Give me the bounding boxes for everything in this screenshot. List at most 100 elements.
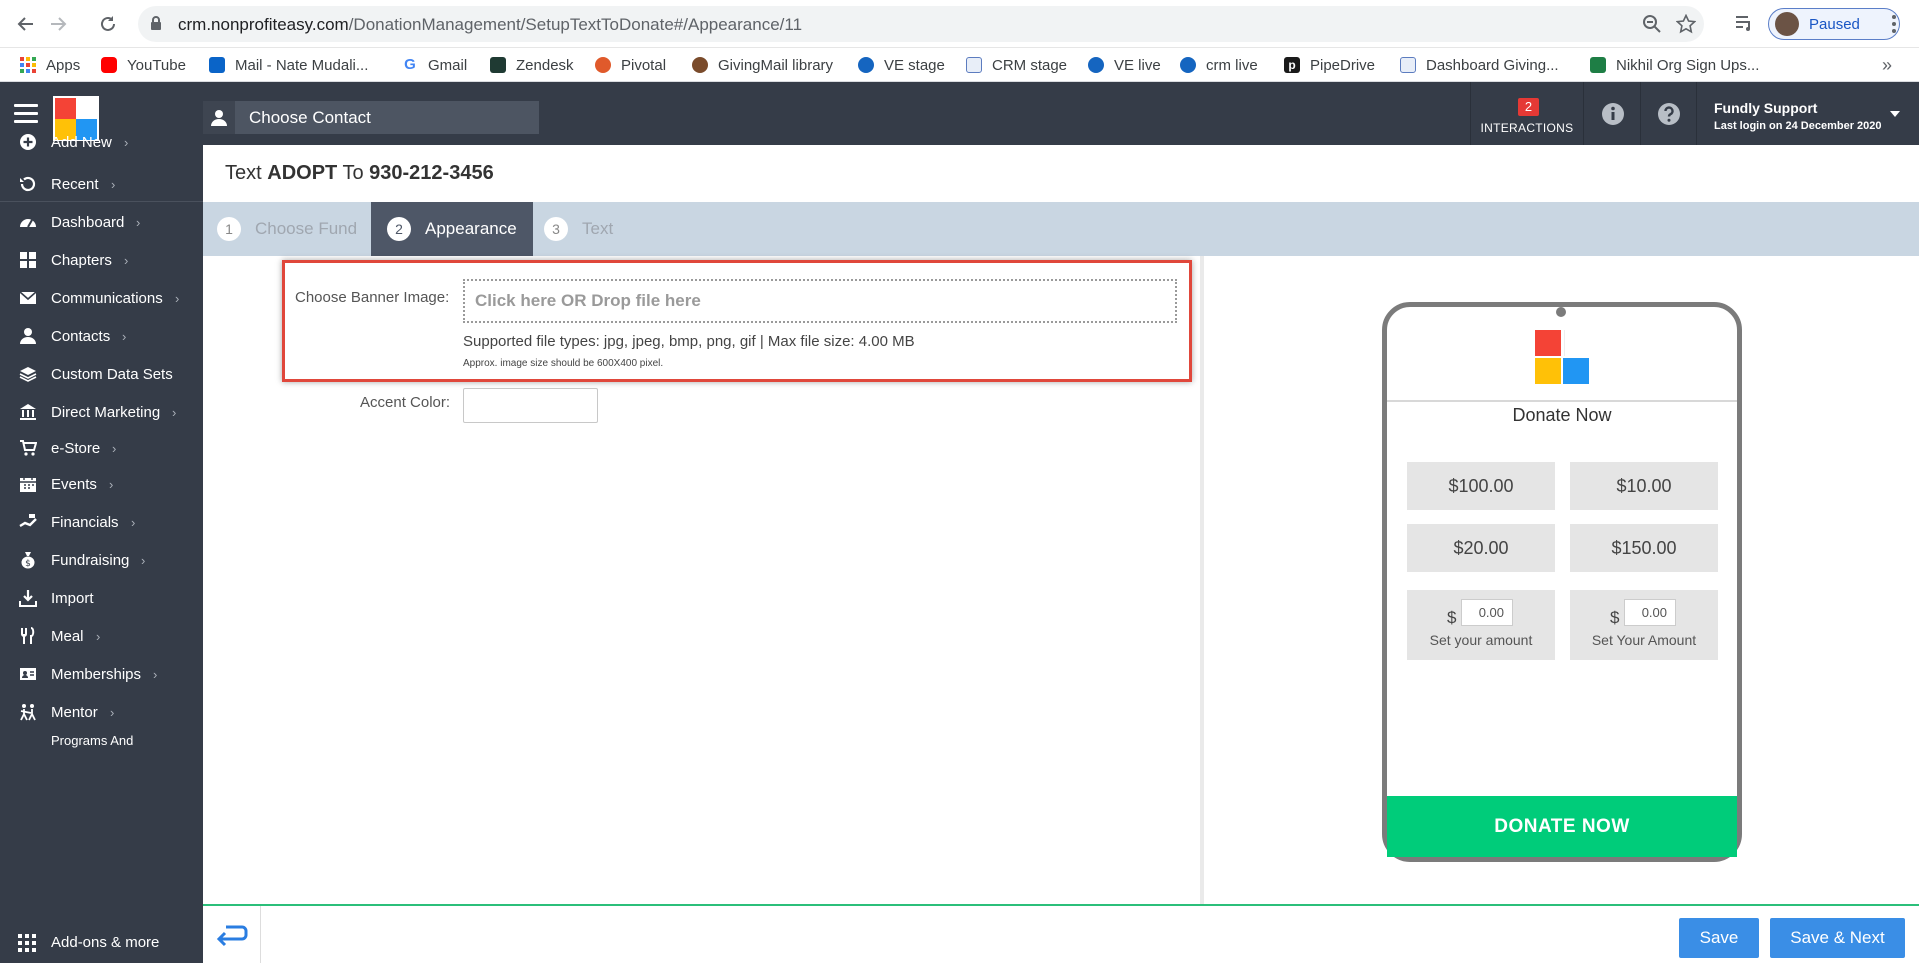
bookmark-crm-stage[interactable]: CRM stage [966, 55, 1067, 75]
amount-option[interactable]: $100.00 [1407, 462, 1555, 510]
save-next-button[interactable]: Save & Next [1770, 918, 1905, 958]
bookmark-ve-live[interactable]: VE live [1088, 55, 1161, 75]
svg-text:$: $ [25, 559, 31, 569]
tab-label: Text [582, 219, 614, 238]
caret-down-icon[interactable] [1890, 111, 1900, 117]
bookmark-gmail[interactable]: G Gmail [402, 55, 467, 75]
sidebar-item-e-store[interactable]: e-Store › [0, 430, 203, 466]
sidebar-item-direct-marketing[interactable]: Direct Marketing › [0, 394, 203, 430]
sidebar-item-add-new[interactable]: Add New › [0, 124, 203, 160]
choose-contact-button[interactable]: Choose Contact [203, 101, 539, 134]
footer-bar [203, 906, 1919, 963]
bookmark-pivotal[interactable]: Pivotal [595, 55, 666, 75]
sidebar-item-label: Financials [51, 513, 119, 531]
sidebar-item-label: Recent [51, 175, 99, 193]
sidebar-item-contacts[interactable]: Contacts › [0, 318, 203, 354]
back-arrow-icon[interactable] [14, 12, 38, 36]
zoom-icon[interactable] [1642, 14, 1662, 34]
banner-image-label: Choose Banner Image: [295, 289, 450, 306]
sidebar-item-programs-and[interactable]: Programs And [0, 730, 203, 750]
sidebar-item-chapters[interactable]: Chapters › [0, 242, 203, 278]
bookmark-givingmail[interactable]: GivingMail library [692, 55, 833, 75]
bank-icon [18, 402, 38, 422]
bookmark-zendesk[interactable]: Zendesk [490, 55, 574, 75]
hamburger-menu-icon[interactable] [14, 104, 38, 124]
sidebar-item-financials[interactable]: Financials › [0, 504, 203, 540]
supported-file-types: Supported file types: jpg, jpeg, bmp, pn… [463, 333, 915, 350]
id-card-icon [18, 664, 38, 684]
addons-button[interactable]: Add-ons & more [0, 922, 203, 963]
mentor-icon [18, 702, 38, 722]
sidebar-item-label: Events [51, 475, 97, 493]
help-icon[interactable] [1641, 82, 1697, 145]
amount-option[interactable]: $20.00 [1407, 524, 1555, 572]
bookmark-pipedrive[interactable]: p PipeDrive [1284, 55, 1375, 75]
bookmark-crm-live[interactable]: crm live [1180, 55, 1258, 75]
forward-arrow-icon[interactable] [46, 12, 70, 36]
sidebar-item-custom-data-sets[interactable]: Custom Data Sets [0, 356, 203, 392]
accent-color-input[interactable] [463, 388, 598, 423]
custom-amount-input[interactable]: 0.00 [1624, 599, 1676, 626]
interactions-button[interactable]: 2 INTERACTIONS [1470, 82, 1584, 145]
amount-option[interactable]: $10.00 [1570, 462, 1718, 510]
bookmark-ve-stage[interactable]: VE stage [858, 55, 945, 75]
sidebar-item-label: Memberships [51, 665, 142, 683]
bookmark-dashboard-giving[interactable]: Dashboard Giving... [1400, 55, 1559, 75]
custom-amount-box: $ 0.00 Set your amount [1407, 590, 1555, 660]
sidebar-item-communications[interactable]: Communications › [0, 280, 203, 316]
step-number: 3 [544, 217, 568, 241]
browser-menu-icon[interactable] [1886, 12, 1902, 36]
profile-chip[interactable]: Paused [1768, 8, 1900, 40]
amount-option[interactable]: $150.00 [1570, 524, 1718, 572]
chevron-right-icon: › [124, 252, 129, 268]
user-name[interactable]: Fundly Support [1714, 100, 1817, 116]
cart-icon [18, 438, 38, 458]
sidebar-item-label: Fundraising [51, 551, 130, 569]
grid-icon [18, 250, 38, 270]
sidebar-item-events[interactable]: Events › [0, 466, 203, 502]
custom-amount-input[interactable]: 0.00 [1461, 599, 1513, 626]
address-bar[interactable]: crm.nonprofiteasy.com/DonationManagement… [138, 6, 1704, 42]
bookmark-mail[interactable]: Mail - Nate Mudali... [209, 55, 368, 75]
banner-image-dropzone[interactable]: Click here OR Drop file here [463, 279, 1177, 323]
lock-icon [150, 15, 162, 36]
sidebar-item-fundraising[interactable]: $ Fundraising › [0, 542, 203, 578]
more-bookmarks-icon[interactable]: » [1882, 55, 1892, 75]
addons-label: Add-ons & more [51, 934, 160, 951]
accent-color-label: Accent Color: [360, 394, 451, 411]
sidebar-item-mentor[interactable]: Mentor › [0, 694, 203, 730]
save-button[interactable]: Save [1679, 918, 1759, 958]
panel-divider [1200, 256, 1204, 904]
tab-text[interactable]: 3 Text [544, 202, 664, 256]
info-icon[interactable] [1585, 82, 1641, 145]
donate-now-button[interactable]: DONATE NOW [1387, 796, 1737, 857]
reload-icon[interactable] [96, 12, 120, 36]
bookmark-nikhil-org[interactable]: Nikhil Org Sign Ups... [1590, 55, 1759, 75]
chevron-right-icon: › [111, 176, 116, 192]
chevron-right-icon: › [131, 514, 136, 530]
phone-preview [1382, 302, 1742, 862]
short-code-number: 930-212-3456 [369, 162, 494, 184]
grid-dots-icon [18, 934, 36, 952]
chevron-right-icon: › [112, 440, 117, 456]
tab-choose-fund[interactable]: 1 Choose Fund [217, 202, 377, 256]
sidebar-item-meal[interactable]: Meal › [0, 618, 203, 654]
bookmark-apps[interactable]: Apps [20, 55, 80, 75]
star-icon[interactable] [1675, 13, 1697, 34]
sidebar-item-import[interactable]: Import [0, 580, 203, 616]
plus-circle-icon [18, 132, 38, 152]
sidebar-item-memberships[interactable]: Memberships › [0, 656, 203, 692]
image-size-hint: Approx. image size should be 600X400 pix… [463, 358, 664, 369]
history-icon [18, 174, 38, 194]
sidebar-item-dashboard[interactable]: Dashboard › [0, 204, 203, 240]
chevron-right-icon: › [175, 290, 180, 306]
media-queue-icon[interactable] [1734, 13, 1754, 38]
bookmark-youtube[interactable]: YouTube [101, 55, 186, 75]
chevron-right-icon: › [122, 328, 127, 344]
interactions-count-badge: 2 [1518, 98, 1539, 116]
avatar [1775, 12, 1799, 36]
tab-appearance[interactable]: 2 Appearance [371, 202, 533, 256]
back-button[interactable] [203, 906, 261, 963]
sidebar-item-recent[interactable]: Recent › [0, 166, 203, 202]
page-title: Text ADOPT To 930-212-3456 [225, 162, 494, 184]
